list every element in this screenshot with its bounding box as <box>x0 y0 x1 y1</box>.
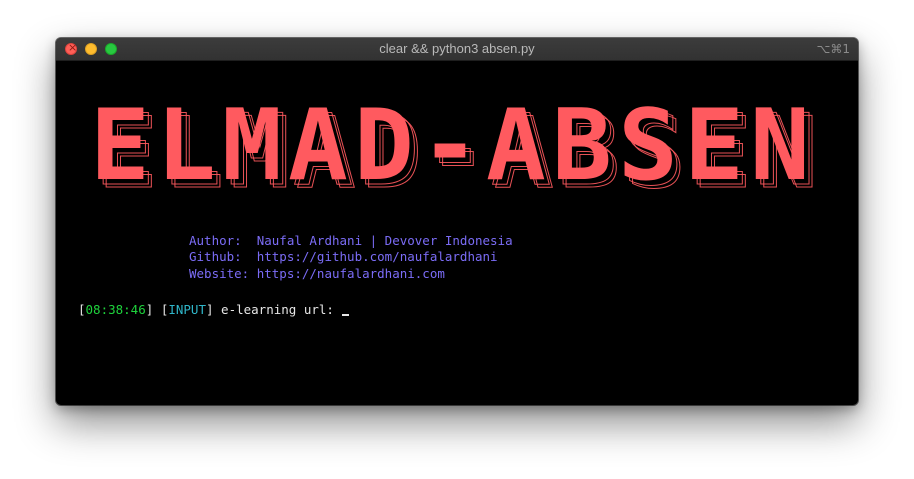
window-shortcut: ⌥⌘1 <box>816 42 850 56</box>
terminal-window: clear && python3 absen.py ⌥⌘1 ELMAD-ABSE… <box>56 38 858 405</box>
timestamp: 08:38:46 <box>85 302 146 317</box>
author-line: Author: Naufal Ardhani | Devover Indones… <box>189 233 513 248</box>
bracket-close: ] <box>145 302 161 317</box>
title-bar[interactable]: clear && python3 absen.py ⌥⌘1 <box>56 38 858 61</box>
github-line: Github: https://github.com/naufalardhani <box>189 249 498 264</box>
banner-title: ELMAD-ABSEN <box>90 89 816 203</box>
website-line: Website: https://naufalardhani.com <box>189 266 445 281</box>
input-prompt[interactable]: [08:38:46] [INPUT] e-learning url: <box>78 302 350 317</box>
bracket-open: [ <box>78 302 86 317</box>
ascii-banner: ELMAD-ABSEN ELMAD-ABSEN ELMAD-ABSEN <box>90 89 818 210</box>
input-tag: INPUT <box>168 302 206 317</box>
prompt-label: e-learning url: <box>221 302 342 317</box>
text-cursor[interactable] <box>342 314 350 316</box>
bracket-close-2: ] <box>205 302 222 317</box>
window-title: clear && python3 absen.py <box>379 41 535 56</box>
